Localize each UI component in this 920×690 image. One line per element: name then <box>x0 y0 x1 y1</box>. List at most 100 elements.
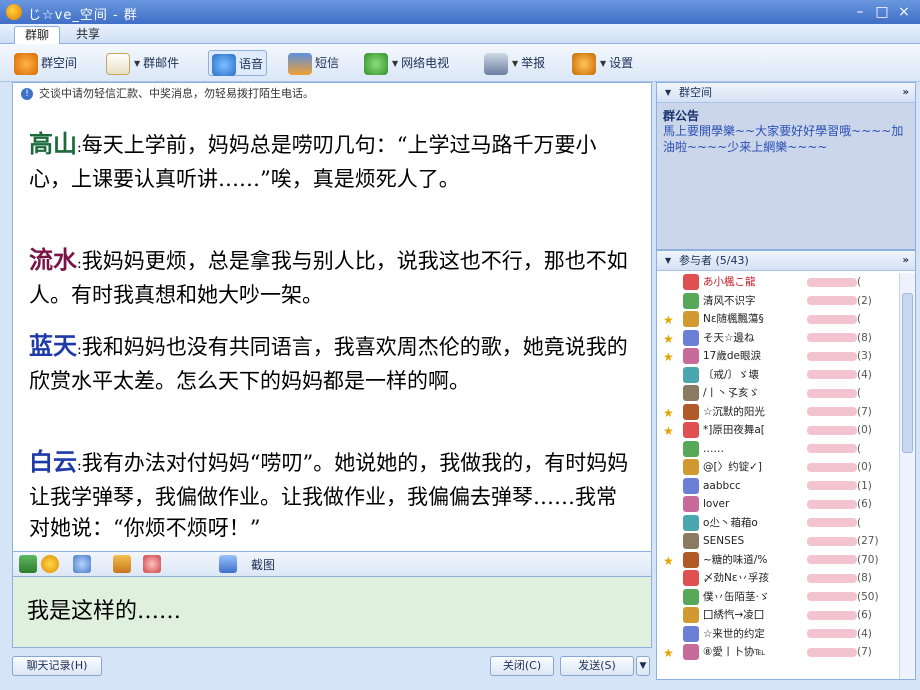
member-row[interactable]: SENSES (27) <box>657 532 901 550</box>
maximize-button[interactable]: □ <box>872 2 892 22</box>
member-row[interactable]: lover (6) <box>657 495 901 513</box>
member-id: ( <box>807 384 861 402</box>
member-id: ( <box>807 440 861 458</box>
message-input-text: 我是这样的…… <box>27 599 182 624</box>
sms-button[interactable]: 短信 <box>288 50 339 76</box>
net-tv-button[interactable]: ▼ 网络电视 <box>364 50 449 76</box>
member-row[interactable]: ★ ⑧愛丨卜协℡ (7) <box>657 643 901 661</box>
member-row[interactable]: 〔戒/〕ゞ壊 (4) <box>657 366 901 384</box>
bulletin-header[interactable]: ▼ 群空间 » <box>657 83 915 103</box>
send-button[interactable]: 发送(S) <box>560 656 634 676</box>
image-icon[interactable] <box>113 555 131 573</box>
bulletin-text: 馬上要開學樂~~大家要好好學習哦~~~~加油啦~~~~少来上網樂~~~~ <box>663 124 904 154</box>
chat-message: 蓝天:我和妈妈也没有共同语言，我喜欢周杰伦的歌，她竟说我的欣赏水平太差。怎么天下… <box>29 332 628 393</box>
avatar <box>683 329 699 346</box>
member-list-panel: ▼ 参与者 (5/43) » あ小楓こ龍 (清风不识字 (2) ★ Nε随楓飄蕩§ (★ そ… <box>656 250 916 680</box>
collapse-arrow-icon: ▼ <box>665 88 672 97</box>
member-name: …… <box>703 442 724 455</box>
member-id: (0) <box>807 421 872 439</box>
chat-history[interactable]: ! 交谈中请勿轻信汇款、中奖消息，勿轻易拨打陌生电话。 高山:每天上学前，妈妈总… <box>12 82 652 552</box>
settings-button[interactable]: ▼ 设置 <box>572 50 633 76</box>
member-name: ☆来世的约定 <box>703 627 765 640</box>
sms-icon <box>288 52 312 75</box>
member-name: 囗綉忾→凌囗 <box>703 609 765 621</box>
avatar <box>683 551 699 568</box>
message-speaker: 高山 <box>29 130 77 158</box>
member-name: 17歲de眼淚 <box>703 350 761 362</box>
members-header[interactable]: ▼ 参与者 (5/43) » <box>657 251 915 271</box>
member-row[interactable]: ☆来世的约定 (4) <box>657 625 901 643</box>
shake-icon[interactable] <box>143 555 161 573</box>
member-row[interactable]: aabbcc (1) <box>657 477 901 495</box>
vip-star-icon: ★ <box>663 405 674 420</box>
member-row[interactable]: ★ *]原田夜舞a[(0) <box>657 421 901 439</box>
voice-button[interactable]: 语音 <box>208 50 268 76</box>
member-row[interactable]: 〆劲Nε丷孚孩 (8) <box>657 569 901 587</box>
toolbar: 群空间 ▼ 群邮件 语音 短信 ▼ 网络电视 ▼ 举报 ▼ 设置 <box>0 44 920 82</box>
member-row[interactable]: 僕丷缶陌茎·ゞ (50) <box>657 588 901 606</box>
member-name: 〆劲Nε丷孚孩 <box>703 572 770 584</box>
member-id: (70) <box>807 551 879 569</box>
magic-emoticon-icon[interactable] <box>73 555 91 573</box>
settings-icon <box>572 52 596 75</box>
group-space-button[interactable]: 群空间 <box>14 50 77 76</box>
member-name: /丨丶孓亥ゞ <box>703 387 760 399</box>
message-speaker: 白云 <box>29 448 77 476</box>
close-window-button[interactable]: × <box>894 2 914 22</box>
avatar <box>683 348 699 364</box>
chat-message: 白云:我有办法对付妈妈“唠叨”。她说她的，我做我的，有时妈妈让我学弹琴，我偏做作… <box>29 448 629 540</box>
avatar <box>683 440 699 457</box>
member-row[interactable]: ★ そ天☆邊ね (8) <box>657 329 901 347</box>
avatar <box>683 366 699 383</box>
chat-history-button[interactable]: 聊天记录(H) <box>12 656 102 676</box>
info-icon: ! <box>21 88 33 100</box>
member-row[interactable]: …… ( <box>657 440 901 458</box>
report-button[interactable]: ▼ 举报 <box>484 50 545 76</box>
member-id: (7) <box>807 403 872 421</box>
safety-notice-text: 交谈中请勿轻信汇款、中奖消息，勿轻易拨打陌生电话。 <box>39 87 314 100</box>
avatar <box>683 625 699 642</box>
avatar <box>683 533 699 549</box>
member-row[interactable]: ★ ~糖的味道/% (70) <box>657 551 901 569</box>
expand-icon[interactable]: » <box>903 83 909 103</box>
avatar <box>683 422 699 438</box>
member-id: (2) <box>807 292 872 310</box>
minimize-button[interactable]: – <box>850 2 870 22</box>
screenshot-label[interactable]: 截图 <box>251 556 275 573</box>
member-row[interactable]: 囗綉忾→凌囗 (6) <box>657 606 901 624</box>
member-row[interactable]: o尐丶葙葙o ( <box>657 514 901 532</box>
bottom-bar: 聊天记录(H) 关闭(C) 发送(S) ▼ <box>0 652 656 680</box>
member-row[interactable]: ★ ☆沉默的阳光 (7) <box>657 403 901 421</box>
font-icon[interactable] <box>19 555 37 573</box>
tab-share[interactable]: 共享 <box>66 26 110 44</box>
member-id: (8) <box>807 569 872 587</box>
member-row[interactable]: あ小楓こ龍 ( <box>657 273 901 291</box>
member-id: (4) <box>807 625 872 643</box>
tab-group-chat[interactable]: 群聊 <box>14 26 61 44</box>
bulletin-title: 群公告 <box>663 109 700 123</box>
avatar <box>683 311 699 327</box>
expand-icon[interactable]: » <box>903 251 909 271</box>
member-list-scrollbar[interactable] <box>899 273 915 679</box>
dropdown-arrow-icon: ▼ <box>512 58 519 68</box>
avatar <box>683 459 699 475</box>
message-text: 我和妈妈也没有共同语言，我喜欢周杰伦的歌，她竟说我的欣赏水平太差。怎么天下的妈妈… <box>29 335 628 393</box>
member-row[interactable]: /丨丶孓亥ゞ ( <box>657 384 901 402</box>
close-button[interactable]: 关闭(C) <box>490 656 554 676</box>
vip-star-icon: ★ <box>663 313 674 327</box>
send-options-button[interactable]: ▼ <box>636 656 650 676</box>
member-row[interactable]: @[〉约锭✓] (0) <box>657 458 901 476</box>
member-row[interactable]: 清风不识字 (2) <box>657 292 901 310</box>
emoticon-icon[interactable] <box>41 555 59 573</box>
dropdown-arrow-icon: ▼ <box>392 58 399 68</box>
avatar <box>683 607 699 623</box>
voice-icon <box>212 53 236 76</box>
member-row[interactable]: ★ 17歲de眼淚 (3) <box>657 347 901 365</box>
group-mail-button[interactable]: ▼ 群邮件 <box>106 50 179 76</box>
group-bulletin-panel: ▼ 群空间 » 群公告 馬上要開學樂~~大家要好好學習哦~~~~加油啦~~~~少… <box>656 82 916 250</box>
scrollbar-thumb[interactable] <box>902 293 913 453</box>
message-input[interactable]: 我是这样的…… <box>12 576 652 648</box>
screenshot-icon[interactable] <box>219 555 237 573</box>
member-row[interactable]: ★ Nε随楓飄蕩§ ( <box>657 310 901 328</box>
member-name: あ小楓こ龍 <box>703 276 756 288</box>
